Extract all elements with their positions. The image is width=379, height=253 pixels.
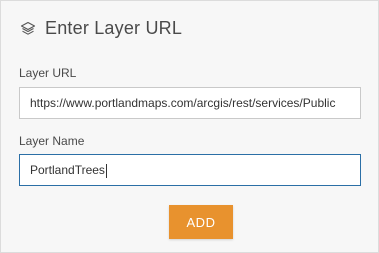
layer-url-input[interactable]: https://www.portlandmaps.com/arcgis/rest… [19, 87, 361, 119]
layer-name-input[interactable]: PortlandTrees [19, 154, 361, 186]
layer-url-label: Layer URL [19, 66, 77, 80]
text-caret [105, 163, 107, 178]
layer-url-value: https://www.portlandmaps.com/arcgis/rest… [30, 96, 336, 110]
add-button[interactable]: ADD [169, 205, 233, 239]
layers-icon [19, 20, 37, 38]
add-layer-panel: Enter Layer URL Layer URL https://www.po… [0, 0, 379, 253]
layer-name-label: Layer Name [19, 134, 85, 148]
layer-name-value: PortlandTrees [30, 163, 105, 177]
panel-header: Enter Layer URL [19, 18, 182, 39]
panel-title: Enter Layer URL [45, 18, 183, 38]
